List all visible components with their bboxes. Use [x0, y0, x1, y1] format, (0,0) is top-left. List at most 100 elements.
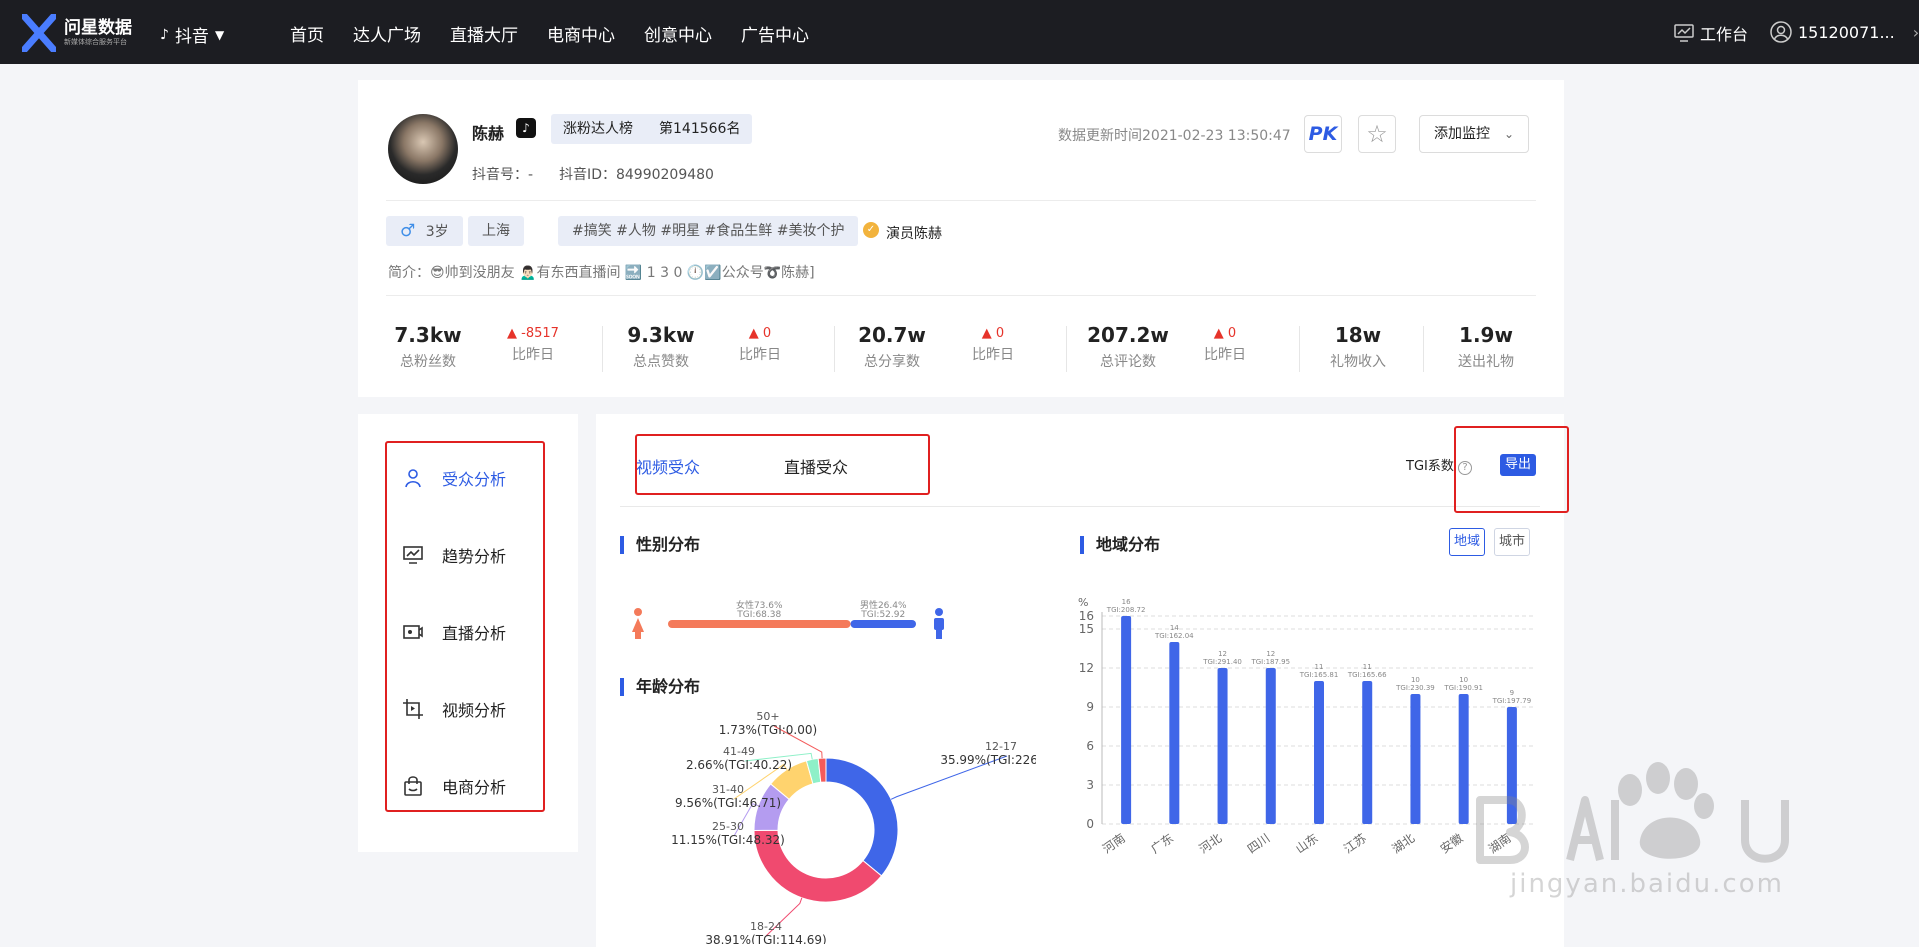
stat-change-value: ▲ 0: [981, 326, 1005, 341]
region-category-label: 四川: [1245, 831, 1273, 856]
stat-comments: 207.2w 总评论数: [1078, 323, 1178, 371]
region-tgi-label: TGI:165.81: [1299, 671, 1339, 679]
rank-badge[interactable]: 涨粉达人榜 第141566名: [551, 114, 753, 144]
user-avatar-icon: [1770, 21, 1792, 43]
pk-button[interactable]: PK: [1304, 115, 1342, 153]
stat-label: 总分享数: [864, 354, 920, 370]
brand-subtitle: 新媒体综合服务平台: [64, 38, 127, 46]
avatar[interactable]: [388, 114, 458, 184]
region-value-label: 10: [1459, 676, 1468, 684]
nav-creators[interactable]: 达人广场: [353, 21, 421, 46]
divider: [386, 295, 1536, 296]
y-tick-label: 3: [1086, 778, 1094, 792]
arrow-up-icon: ▲: [748, 326, 759, 341]
region-tgi-label: TGI:230.39: [1395, 684, 1435, 692]
gender-chart: 女性73.6%TGI:68.38男性26.4%TGI:52.92: [632, 599, 944, 639]
region-toggle-province[interactable]: 地域: [1449, 528, 1485, 556]
city-tag: 上海: [468, 216, 524, 246]
region-bar: [1217, 668, 1228, 824]
y-tick-label: 16: [1079, 609, 1094, 623]
age-category-label: 12-17: [985, 740, 1017, 753]
age-category-label: 25-30: [712, 820, 744, 833]
region-value-label: 12: [1218, 650, 1227, 658]
stat-fans: 7.3kw 总粉丝数: [393, 323, 463, 371]
logo-icon: [22, 14, 56, 52]
region-bar: [1169, 642, 1180, 824]
region-category-label: 广东: [1148, 831, 1176, 856]
rank-value: 第141566名: [659, 121, 741, 137]
female-icon: [632, 618, 644, 632]
age-chart: 12-1735.99%(TGI:226.14) 18-2438.91%(TGI:1…: [671, 710, 1036, 944]
platform-selector[interactable]: ♪ 抖音 ▼: [160, 22, 224, 48]
age-category-label: 31-40: [712, 783, 744, 796]
male-icon: [936, 629, 942, 639]
stat-change-value: ▲ 0: [748, 326, 772, 341]
region-value-label: 10: [1411, 676, 1420, 684]
age-value-label: 9.56%(TGI:46.71): [675, 796, 781, 810]
nav-home[interactable]: 首页: [290, 21, 324, 46]
verified-name: 演员陈赫: [886, 226, 942, 242]
add-monitor-button[interactable]: 添加监控 ⌄: [1419, 115, 1529, 153]
age-value-label: 11.15%(TGI:48.32): [671, 833, 785, 847]
age-value-label: 38.91%(TGI:114.69): [705, 933, 826, 944]
douyin-icon: ♪: [160, 26, 169, 43]
chevron-right-icon: ›: [1912, 22, 1919, 42]
stat-gift-income: 18w 礼物收入: [1323, 323, 1393, 371]
gender-bar-segment: [850, 620, 916, 628]
verified-icon: ✓: [863, 222, 879, 238]
divider: [834, 326, 835, 372]
arrow-up-icon: ▲: [507, 326, 518, 341]
nav-live[interactable]: 直播大厅: [450, 21, 518, 46]
monitor-chart-icon: [1674, 24, 1694, 42]
stat-label: 送出礼物: [1458, 354, 1514, 370]
platform-label: 抖音: [174, 27, 209, 47]
highlight-box: [385, 441, 545, 812]
gender-tgi-label: TGI:68.38: [736, 610, 781, 620]
female-icon: [635, 631, 641, 639]
stat-label: 礼物收入: [1330, 354, 1386, 370]
brand-logo[interactable]: 问星数据 新媒体综合服务平台: [22, 14, 132, 52]
region-tgi-label: TGI:190.91: [1443, 684, 1483, 692]
favorite-star-button[interactable]: ☆: [1358, 115, 1396, 153]
stat-label: 总评论数: [1100, 354, 1156, 370]
region-toggle-city[interactable]: 城市: [1494, 528, 1530, 556]
stat-likes: 9.3kw 总点赞数: [626, 323, 696, 371]
stat-change-value: ▲ -8517: [507, 326, 559, 341]
account-menu[interactable]: 15120071... ›: [1770, 21, 1919, 43]
gender-tgi-label: TGI:52.92: [860, 610, 905, 620]
profile-ids: 抖音号：- 抖音ID：84990209480: [472, 164, 714, 184]
region-category-label: 河南: [1100, 830, 1128, 856]
stat-change-value: ▲ 0: [1213, 326, 1237, 341]
region-tgi-label: TGI:187.95: [1250, 658, 1290, 666]
nav-ecommerce[interactable]: 电商中心: [547, 21, 615, 46]
stat-change-label: 比昨日: [972, 347, 1014, 363]
age-title: 年龄分布: [620, 678, 700, 696]
gender-bar-segment: [668, 620, 851, 628]
profile-intro: 简介：😎帅到没朋友 🙍🏻‍♂️有东西直播间 🔜 1 3 0 🕛☑️公众号➰陈赫]: [388, 265, 815, 281]
nav-ads[interactable]: 广告中心: [741, 21, 809, 46]
region-bar: [1410, 694, 1421, 824]
stat-change: ▲ 0 比昨日: [725, 326, 795, 364]
profile-name: 陈赫: [472, 124, 505, 143]
region-value-label: 12: [1266, 650, 1275, 658]
male-icon: [934, 618, 944, 630]
y-tick-label: 15: [1079, 622, 1094, 636]
workbench-label: 工作台: [1700, 25, 1749, 44]
region-category-label: 河北: [1197, 831, 1225, 856]
y-tick-label: 9: [1086, 700, 1094, 714]
arrow-up-icon: ▲: [981, 326, 992, 341]
age-value-label: 1.73%(TGI:0.00): [719, 723, 817, 737]
divider: [386, 200, 1536, 201]
top-bar: 问星数据 新媒体综合服务平台 ♪ 抖音 ▼ 首页 达人广场 直播大厅 电商中心 …: [0, 0, 1919, 64]
profile-card: 陈赫 ♪ 涨粉达人榜 第141566名 抖音号：- 抖音ID：849902094…: [358, 80, 1564, 397]
age-category-label: 18-24: [750, 920, 782, 933]
region-category-label: 山东: [1293, 831, 1321, 856]
nav-creative[interactable]: 创意中心: [644, 21, 712, 46]
stat-change-label: 比昨日: [1204, 347, 1246, 363]
workbench-link[interactable]: 工作台: [1674, 21, 1748, 45]
stat-change-label: 比昨日: [512, 347, 554, 363]
region-category-label: 安徽: [1437, 830, 1465, 856]
region-chart: %036912151616TGI:208.72河南14TGI:162.04广东1…: [1078, 596, 1536, 856]
rank-label: 涨粉达人榜: [563, 121, 633, 137]
region-bar: [1265, 668, 1276, 824]
